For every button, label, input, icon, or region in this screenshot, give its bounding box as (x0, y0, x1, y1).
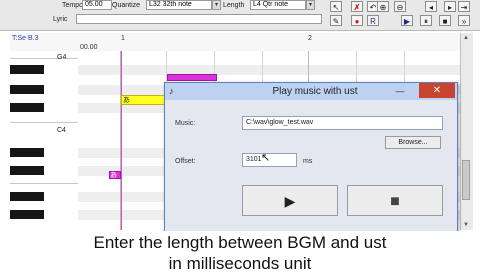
pointer-tool-icon[interactable]: ↖ (330, 1, 342, 12)
key-divider (10, 122, 78, 123)
play-music-button[interactable]: ▶ (242, 185, 338, 216)
black-key[interactable] (10, 148, 44, 157)
minimize-icon[interactable]: — (389, 86, 411, 96)
tempo-label: Tempo (62, 2, 84, 9)
dialog-title: Play music with ust (272, 86, 358, 97)
key-divider (10, 58, 78, 59)
lyric-label: Lyric (53, 16, 68, 23)
browse-button[interactable]: Browse... (385, 136, 441, 149)
zoom-out-icon[interactable]: ⊖ (394, 1, 406, 12)
offset-label: Offset: (175, 158, 196, 165)
length-label: Length (223, 2, 245, 9)
black-key[interactable] (10, 166, 44, 175)
quantize-dropdown-icon[interactable]: ▾ (212, 0, 221, 10)
measure-2-label: 2 (308, 35, 312, 42)
track-label: T:Se B.3 (12, 35, 39, 42)
length-select[interactable]: L4 Qtr note (250, 0, 306, 10)
play-music-dialog: ♪ Play music with ust — ✕ Music: C:\wav\… (164, 82, 458, 232)
music-label: Music: (175, 120, 196, 127)
piano-roll-keys[interactable] (10, 51, 79, 230)
vertical-scrollbar[interactable] (460, 33, 473, 230)
eraser-tool-icon[interactable]: ✗ (351, 1, 363, 12)
length-dropdown-icon[interactable]: ▾ (306, 0, 315, 10)
black-key[interactable] (10, 65, 44, 74)
stop-music-button[interactable]: ■ (347, 185, 443, 216)
zoom-in-icon[interactable]: ⊕ (377, 1, 389, 12)
fastforward-icon[interactable]: » (458, 15, 470, 26)
scroll-thumb[interactable] (462, 160, 470, 200)
close-icon[interactable]: ✕ (419, 83, 455, 98)
scroll-down-icon[interactable]: ▼ (460, 220, 472, 230)
black-key[interactable] (10, 192, 44, 201)
end-icon[interactable]: ⇥ (458, 1, 470, 12)
caption-line-1: Enter the length between BGM and ust (93, 233, 387, 252)
note-magenta-small[interactable]: あ (109, 171, 121, 179)
refresh-icon[interactable]: R (367, 15, 379, 26)
quantize-select[interactable]: L32 32th note (146, 0, 212, 10)
tempo-field[interactable]: 05.00 (82, 0, 112, 10)
quantize-label: Quantize (112, 2, 141, 9)
note-yellow[interactable]: あ (121, 95, 166, 105)
play-button[interactable]: ▶ (401, 15, 413, 26)
note-label-c4: C4 (57, 127, 66, 134)
measure-1-label: 1 (121, 35, 125, 42)
scroll-up-icon[interactable]: ▲ (460, 33, 472, 43)
caption-line-2: in milliseconds unit (168, 254, 312, 273)
grid-lane (78, 65, 460, 75)
music-note-icon: ♪ (169, 86, 174, 96)
lyric-field[interactable] (76, 14, 322, 24)
offset-unit: ms (303, 158, 313, 165)
stop-button[interactable]: ■ (439, 15, 451, 26)
pause-button[interactable]: ⏸ (420, 15, 432, 26)
note-label-g4: G4 (57, 54, 67, 61)
music-path-field[interactable]: C:\wav\glow_test.wav (242, 116, 443, 130)
record-button[interactable]: ● (351, 15, 363, 26)
black-key[interactable] (10, 210, 44, 219)
pencil-tool-icon[interactable]: ✎ (330, 15, 342, 26)
note-magenta[interactable] (167, 74, 217, 81)
next-icon[interactable]: ▸ (444, 1, 456, 12)
black-key[interactable] (10, 85, 44, 94)
timeline-ruler[interactable] (10, 33, 460, 52)
black-key[interactable] (10, 103, 44, 112)
prev-icon[interactable]: ◂ (425, 1, 437, 12)
key-divider (10, 183, 78, 184)
mouse-cursor-icon: ↖ (261, 152, 271, 164)
playhead-line[interactable] (121, 51, 122, 230)
